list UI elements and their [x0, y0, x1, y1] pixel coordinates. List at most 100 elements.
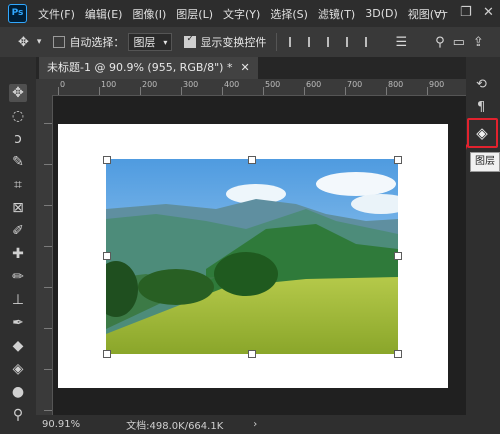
align-top-icon[interactable] — [346, 37, 358, 47]
transform-handle-top[interactable] — [248, 156, 256, 164]
ruler-tick — [99, 87, 100, 95]
align-buttons — [289, 37, 377, 47]
menu-edit[interactable]: 编辑(E) — [85, 6, 123, 22]
ruler-label: 400 — [224, 80, 240, 89]
auto-select-checkbox[interactable] — [53, 36, 66, 48]
frame-tool-icon[interactable]: ⊠ — [9, 199, 27, 217]
zoom-level[interactable]: 90.91% — [42, 419, 80, 430]
eraser-tool-icon[interactable]: ◆ — [9, 337, 27, 355]
ruler-tick — [386, 87, 387, 95]
ruler-tick — [427, 87, 428, 95]
paint-bucket-tool-icon[interactable]: ◈ — [9, 360, 27, 378]
ruler-tick — [44, 246, 52, 247]
document-tab-title: 未标题-1 @ 90.9% (955, RGB/8") * — [47, 61, 233, 74]
search-icon[interactable]: ⚲ — [435, 35, 445, 50]
menu-select[interactable]: 选择(S) — [270, 6, 308, 22]
ruler-tick — [44, 410, 52, 411]
eyedropper-tool-icon[interactable]: ✐ — [9, 222, 27, 240]
document-tab[interactable]: 未标题-1 @ 90.9% (955, RGB/8") * ✕ — [39, 57, 258, 79]
panel-dock: ⟲ ¶ ◈ — [466, 57, 500, 434]
show-transform-checkbox[interactable] — [184, 34, 197, 48]
ruler-tick — [345, 87, 346, 95]
history-icon[interactable]: ⟲ — [476, 77, 487, 92]
layers-tooltip: 图层 — [470, 152, 500, 172]
align-center-icon[interactable] — [308, 37, 320, 47]
transform-handle-top-left[interactable] — [103, 156, 111, 164]
tools-panel: ✥ ◌ ↄ ✎ ⌗ ⊠ ✐ ✚ ✏ ⊥ ✒ ◆ ◈ ● ⚲ — [0, 57, 36, 434]
ruler-tick — [44, 369, 52, 370]
menu-file[interactable]: 文件(F) — [38, 6, 75, 22]
tool-preset-chevron-icon[interactable]: ▾ — [37, 37, 42, 47]
ruler-label: 900 — [429, 80, 445, 89]
ruler-label: 600 — [306, 80, 322, 89]
workspace-icon[interactable]: ▭ — [453, 35, 465, 50]
ruler-tick — [44, 164, 52, 165]
brush-tool-icon[interactable]: ✏ — [9, 268, 27, 286]
close-window-button[interactable]: ✕ — [483, 5, 494, 20]
move-tool-icon[interactable]: ✥ — [9, 84, 27, 102]
ruler-tick — [44, 328, 52, 329]
healing-tool-icon[interactable]: ✚ — [9, 245, 27, 263]
photoshop-logo[interactable]: Ps — [8, 4, 27, 23]
ruler-tick — [44, 123, 52, 124]
chevron-down-icon: ▾ — [163, 37, 168, 47]
document-tab-bar: 未标题-1 @ 90.9% (955, RGB/8") * ✕ — [36, 57, 466, 79]
maximize-button[interactable]: ❐ — [460, 5, 472, 20]
divider — [276, 33, 278, 51]
auto-select-target-dropdown[interactable]: 图层 ▾ — [128, 33, 173, 51]
ruler-label: 0 — [60, 80, 66, 89]
transform-handle-bottom-right[interactable] — [394, 350, 402, 358]
show-transform-label: 显示变换控件 — [200, 36, 267, 49]
dodge-tool-icon[interactable]: ⚲ — [9, 406, 27, 424]
ruler-label: 200 — [142, 80, 158, 89]
ruler-label: 700 — [347, 80, 363, 89]
vertical-ruler[interactable] — [36, 95, 53, 415]
horizontal-ruler[interactable]: 01002003004005006007008009001000 — [52, 79, 466, 96]
minimize-button[interactable]: — — [435, 5, 448, 20]
transform-handle-bottom-left[interactable] — [103, 350, 111, 358]
ruler-tick — [44, 205, 52, 206]
align-right-icon[interactable] — [327, 37, 339, 47]
ruler-label: 100 — [101, 80, 117, 89]
menu-image[interactable]: 图像(I) — [132, 6, 166, 22]
document-size-info: 文档:498.0K/664.1K — [126, 421, 224, 432]
ruler-tick — [58, 87, 59, 95]
menu-bar: Ps 文件(F) 编辑(E) 图像(I) 图层(L) 文字(Y) 选择(S) 滤… — [0, 0, 500, 27]
menu-type[interactable]: 文字(Y) — [223, 6, 260, 22]
menu-3d[interactable]: 3D(D) — [365, 7, 398, 20]
lasso-tool-icon[interactable]: ↄ — [9, 130, 27, 148]
move-tool-icon[interactable]: ✥ — [18, 35, 29, 50]
align-left-icon[interactable] — [289, 37, 301, 47]
landscape-illustration — [106, 159, 398, 354]
status-bar: 90.91% 文档:498.0K/664.1K › — [36, 415, 466, 434]
ruler-tick — [140, 87, 141, 95]
distribute-icon[interactable]: ☰ — [395, 35, 407, 50]
landscape-image[interactable] — [106, 159, 398, 354]
ruler-label: 300 — [183, 80, 199, 89]
history-brush-tool-icon[interactable]: ✒ — [9, 314, 27, 332]
paragraph-icon[interactable]: ¶ — [477, 100, 485, 115]
transform-handle-bottom[interactable] — [248, 350, 256, 358]
share-icon[interactable]: ⇪ — [473, 35, 484, 50]
auto-select-target-value: 图层 — [133, 36, 156, 49]
menu-layer[interactable]: 图层(L) — [176, 6, 213, 22]
ruler-tick — [222, 87, 223, 95]
quick-select-tool-icon[interactable]: ✎ — [9, 153, 27, 171]
transform-handle-left[interactable] — [103, 252, 111, 260]
close-tab-icon[interactable]: ✕ — [240, 57, 249, 79]
transform-handle-right[interactable] — [394, 252, 402, 260]
ruler-corner — [36, 79, 52, 95]
ruler-tick — [44, 287, 52, 288]
marquee-tool-icon[interactable]: ◌ — [9, 107, 27, 125]
align-middle-icon[interactable] — [365, 37, 377, 47]
stamp-tool-icon[interactable]: ⊥ — [9, 291, 27, 309]
menu-filter[interactable]: 滤镜(T) — [318, 6, 355, 22]
ruler-tick — [304, 87, 305, 95]
blur-tool-icon[interactable]: ● — [9, 383, 27, 401]
ruler-label: 800 — [388, 80, 404, 89]
options-bar: ✥ ▾ 自动选择： 图层 ▾ 显示变换控件 ☰ ⚲ ▭ ⇪ — [0, 27, 500, 58]
status-menu-arrow[interactable]: › — [253, 419, 257, 430]
transform-handle-top-right[interactable] — [394, 156, 402, 164]
auto-select-label: 自动选择： — [69, 36, 125, 49]
crop-tool-icon[interactable]: ⌗ — [9, 176, 27, 194]
